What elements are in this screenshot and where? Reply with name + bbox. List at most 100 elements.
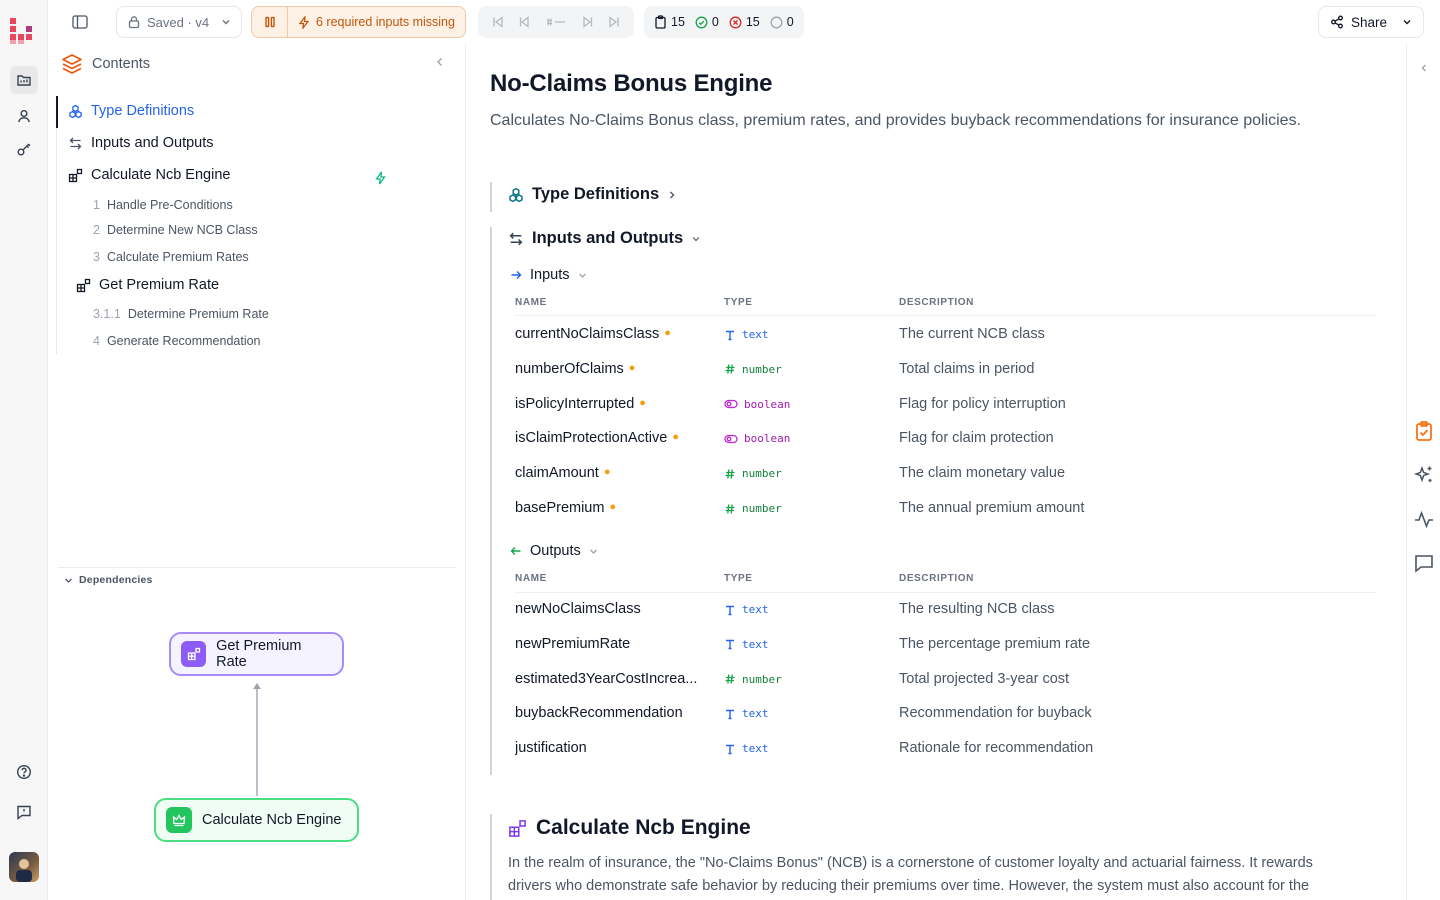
share-icon	[1330, 15, 1344, 29]
table-row[interactable]: newPremiumRate text The percentage premium…	[514, 628, 1376, 662]
toc-item-type-definitions[interactable]: Type Definitions	[68, 103, 194, 119]
section-body: In the realm of insurance, the "No-Claim…	[508, 855, 1313, 894]
dependency-node-get-premium-rate[interactable]: Get Premium Rate	[169, 632, 344, 676]
table-row[interactable]: justification text Rationale for recommend…	[514, 732, 1376, 766]
activity-icon[interactable]	[1412, 507, 1436, 531]
chevron-down-icon	[221, 17, 231, 27]
clipboard-icon	[654, 15, 667, 29]
arrows-swap-icon	[68, 136, 83, 151]
user-icon[interactable]	[10, 102, 38, 130]
step-forward-icon[interactable]	[580, 15, 594, 29]
required-dot-icon: ●	[639, 396, 646, 409]
inputs-outputs-heading[interactable]: Inputs and Outputs	[508, 229, 701, 248]
table-header-divider	[514, 315, 1376, 316]
left-rail	[0, 0, 48, 900]
field-type: number	[724, 467, 782, 480]
section-bar	[490, 182, 492, 212]
key-icon[interactable]	[10, 135, 38, 163]
app-logo-icon[interactable]	[8, 14, 40, 46]
skip-last-icon[interactable]	[607, 15, 621, 29]
right-rail	[1406, 44, 1440, 900]
field-type: text	[724, 638, 769, 651]
field-type: text	[724, 328, 769, 341]
toc-item-get-premium-rate[interactable]: Get Premium Rate	[76, 277, 219, 293]
layers-icon	[60, 52, 84, 76]
pause-button[interactable]	[252, 7, 288, 37]
inputs-toggle[interactable]: Inputs	[510, 267, 587, 283]
arrows-swap-icon	[508, 231, 524, 247]
step-navigation	[478, 6, 634, 38]
field-name: buybackRecommendation	[515, 705, 683, 722]
toc-step[interactable]: 2 Determine New NCB Class	[93, 223, 258, 237]
chevron-left-icon[interactable]	[1412, 56, 1436, 80]
chevron-down-icon[interactable]	[1402, 17, 1412, 27]
dependencies-toggle[interactable]: Dependencies	[64, 574, 153, 586]
field-name: basePremium ●	[515, 500, 617, 516]
required-dot-icon: ●	[672, 431, 679, 444]
contents-title: Contents	[92, 56, 151, 72]
share-button[interactable]: Share	[1318, 6, 1424, 38]
column-header-type: TYPE	[724, 573, 753, 584]
dependency-node-calculate-ncb-engine[interactable]: Calculate Ncb Engine	[154, 798, 359, 842]
toc-item-inputs-outputs[interactable]: Inputs and Outputs	[68, 135, 214, 151]
page-title: No-Claims Bonus Engine	[490, 70, 773, 97]
divider	[58, 567, 456, 568]
text-type-icon	[724, 708, 736, 720]
field-name: newNoClaimsClass	[515, 601, 641, 617]
toc-step[interactable]: 3.1.1 Determine Premium Rate	[93, 307, 269, 321]
table-row[interactable]: basePremium ● number The annual premium amo…	[514, 492, 1376, 526]
outputs-toggle[interactable]: Outputs	[510, 543, 598, 559]
help-icon[interactable]	[10, 758, 38, 786]
table-row[interactable]: isClaimProtectionActive ● boolean Flag for …	[514, 422, 1376, 456]
empty-circle-icon	[770, 16, 783, 29]
lightning-icon[interactable]	[374, 171, 387, 185]
field-name: currentNoClaimsClass ●	[515, 326, 671, 342]
type-definitions-icon	[68, 104, 83, 119]
hash-icon	[724, 503, 736, 515]
table-row[interactable]: newNoClaimsClass text The resulting NCB cl…	[514, 593, 1376, 627]
field-name: claimAmount ●	[515, 465, 611, 482]
saved-version-label: Saved · v4	[147, 14, 210, 30]
field-name: newPremiumRate	[515, 635, 631, 652]
field-type: boolean	[724, 398, 790, 411]
clipboard-check-icon[interactable]	[1412, 419, 1436, 443]
test-stats[interactable]: 15 0 15 0	[644, 6, 804, 38]
toc-step[interactable]: 1 Handle Pre-Conditions	[93, 198, 233, 212]
text-type-icon	[724, 329, 736, 341]
missing-inputs-button[interactable]: 6 required inputs missing	[288, 7, 465, 37]
section-title-calculate-ncb-engine[interactable]: Calculate Ncb Engine	[508, 816, 751, 840]
sparkles-icon[interactable]	[1412, 463, 1436, 487]
saved-version-dropdown[interactable]: Saved · v4	[116, 6, 242, 38]
toc-item-calculate-ncb-engine[interactable]: Calculate Ncb Engine	[68, 167, 230, 183]
field-type: number	[724, 363, 782, 376]
type-definitions-heading[interactable]: Type Definitions	[508, 185, 677, 204]
share-label: Share	[1351, 14, 1388, 30]
field-type: text	[724, 707, 769, 720]
table-row[interactable]: currentNoClaimsClass ● text The current NCB…	[514, 318, 1376, 352]
toggle-icon	[724, 399, 738, 409]
chat-icon[interactable]	[1412, 551, 1436, 575]
toc-step[interactable]: 3 Calculate Premium Rates	[93, 250, 249, 264]
table-row[interactable]: buybackRecommendation text Recommendation …	[514, 697, 1376, 731]
hash-icon	[724, 363, 736, 375]
field-description: Total projected 3-year cost	[899, 670, 1070, 687]
toc-active-indicator	[56, 96, 58, 128]
toc-step[interactable]: 4 Generate Recommendation	[93, 334, 261, 348]
field-description: Flag for policy interruption	[899, 395, 1066, 412]
step-back-icon[interactable]	[518, 15, 532, 29]
field-type: number	[724, 673, 782, 686]
table-row[interactable]: claimAmount ● number The claim monetary val…	[514, 457, 1376, 491]
field-description: The percentage premium rate	[899, 635, 1091, 652]
chevron-down-icon	[589, 547, 598, 556]
required-dot-icon: ●	[603, 466, 611, 479]
table-row[interactable]: estimated3YearCostIncrea... number Total p…	[514, 663, 1376, 697]
folder-icon[interactable]	[10, 66, 38, 94]
feedback-icon[interactable]	[10, 798, 38, 826]
table-row[interactable]: isPolicyInterrupted ● boolean Flag for poli…	[514, 388, 1376, 422]
table-row[interactable]: numberOfClaims ● number Total claims in per…	[514, 353, 1376, 387]
collapse-sidebar-icon[interactable]	[434, 56, 446, 68]
skip-first-icon[interactable]	[491, 15, 505, 29]
node-label: Calculate Ncb Engine	[202, 812, 342, 828]
sidebar-toggle-icon[interactable]	[68, 11, 92, 33]
avatar[interactable]	[9, 852, 39, 882]
